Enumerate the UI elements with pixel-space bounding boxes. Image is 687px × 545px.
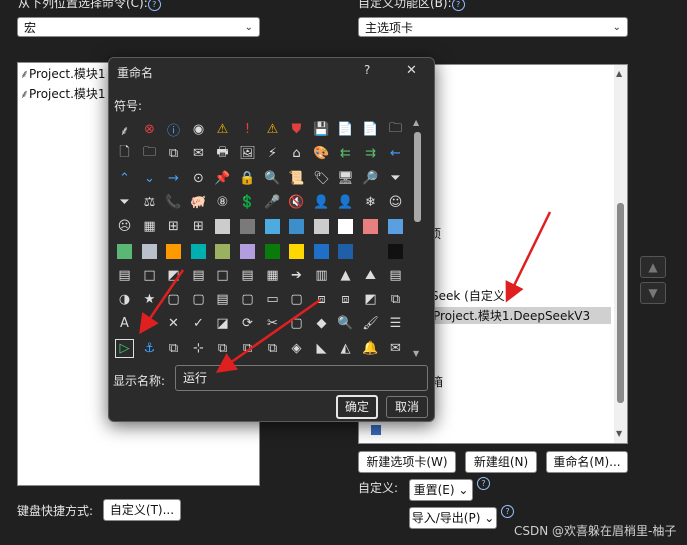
arrow-line [505,211,552,303]
arrow-line [139,269,185,335]
arrow-line [215,298,321,373]
annotation-arrows [139,211,552,373]
